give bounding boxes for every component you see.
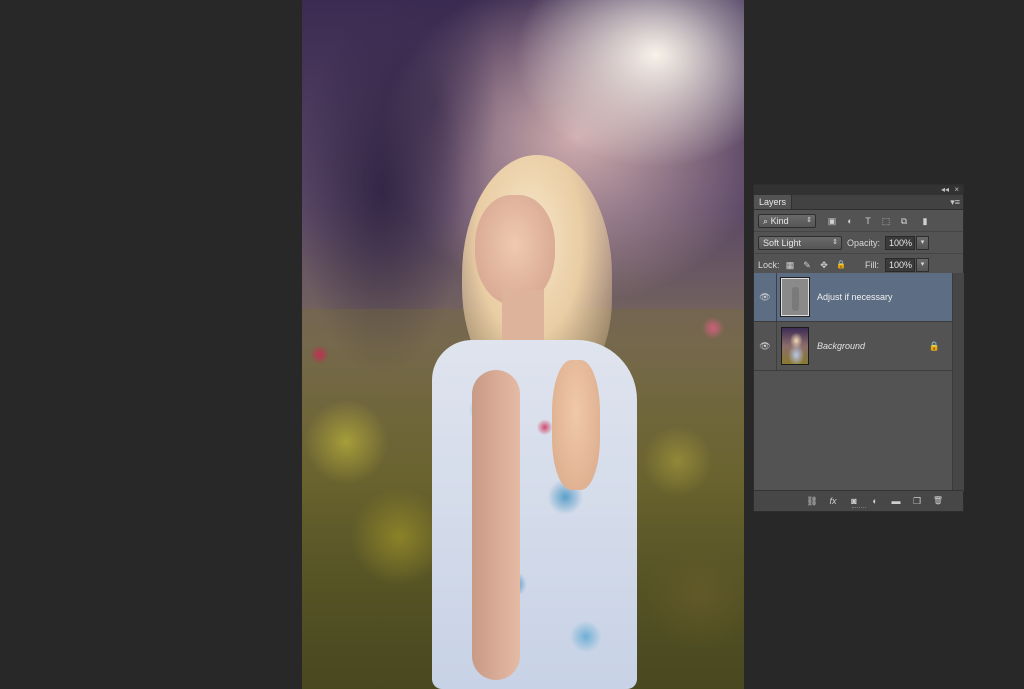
blend-mode-value: Soft Light xyxy=(763,238,802,248)
eye-icon[interactable]: 👁 xyxy=(758,340,772,352)
new-group-icon[interactable]: ▬ xyxy=(890,495,902,507)
layer-row-adjust[interactable]: 👁 Adjust if necessary xyxy=(754,273,952,322)
blend-mode-select[interactable]: Soft Light ⇕ xyxy=(758,236,842,250)
layer-name[interactable]: Adjust if necessary xyxy=(817,291,893,303)
search-icon: ⌕ xyxy=(763,216,769,226)
lock-position-icon[interactable]: ✥ xyxy=(818,259,830,271)
layers-scrollbar[interactable] xyxy=(952,273,964,491)
panel-resize-grip[interactable] xyxy=(852,507,866,510)
layers-list: 👁 Adjust if necessary 👁 Background 🔒 xyxy=(754,273,952,491)
adjustment-filter-icon[interactable]: ◐ xyxy=(844,215,856,227)
lock-all-icon[interactable]: 🔒 xyxy=(835,259,847,271)
chevron-updown-icon: ⇕ xyxy=(832,239,838,246)
opacity-label: Opacity: xyxy=(847,238,881,248)
lock-image-icon[interactable]: ✎ xyxy=(801,259,813,271)
image-filter-icon[interactable]: ▣ xyxy=(826,215,838,227)
collapse-panel-icon[interactable]: ◂◂ xyxy=(941,185,949,195)
layers-footer-toolbar: ⛓ fx ◙ ◐ ▬ ❐ 🗑 xyxy=(754,490,963,511)
panel-title-strip: ◂◂ × xyxy=(754,185,963,195)
opacity-dropdown-button[interactable]: ▾ xyxy=(916,236,929,250)
woman-face xyxy=(475,195,555,305)
document-canvas[interactable] xyxy=(302,0,744,689)
new-layer-icon[interactable]: ❐ xyxy=(911,495,923,507)
lock-transparent-icon[interactable]: ▦ xyxy=(784,259,796,271)
fill-label: Fill: xyxy=(865,260,879,270)
panel-tab-bar: Layers ▾≡ xyxy=(754,195,963,210)
woman-back xyxy=(552,360,600,490)
close-panel-icon[interactable]: × xyxy=(954,185,959,195)
chevron-updown-icon: ⇕ xyxy=(806,217,812,224)
panel-menu-icon[interactable]: ▾≡ xyxy=(950,196,960,208)
fx-icon[interactable]: fx xyxy=(827,495,839,507)
layer-row-background[interactable]: 👁 Background 🔒 xyxy=(754,322,952,371)
filter-toggle-icon[interactable]: ▮ xyxy=(919,215,931,227)
opacity-field[interactable]: 100% xyxy=(885,236,915,250)
thumbnail-figure xyxy=(792,287,799,311)
fill-dropdown-button[interactable]: ▾ xyxy=(916,258,929,272)
shape-filter-icon[interactable]: ⬚ xyxy=(880,215,892,227)
add-mask-icon[interactable]: ◙ xyxy=(848,495,860,507)
lock-label: Lock: xyxy=(758,260,780,270)
layer-name[interactable]: Background xyxy=(817,340,865,352)
visibility-column: 👁 xyxy=(754,273,777,321)
filter-kind-label: Kind xyxy=(770,216,789,226)
layer-thumbnail[interactable] xyxy=(781,278,809,316)
link-layers-icon[interactable]: ⛓ xyxy=(806,495,818,507)
lock-icon: 🔒 xyxy=(928,341,940,351)
woman-arm xyxy=(472,370,520,680)
filter-row: ⌕ Kind ⇕ ▣ ◐ T ⬚ ⧉ ▮ xyxy=(754,210,963,232)
eye-icon[interactable]: 👁 xyxy=(758,291,772,303)
blend-row: Soft Light ⇕ Opacity: 100% ▾ xyxy=(754,232,963,254)
floral-dress xyxy=(432,340,637,689)
smart-object-filter-icon[interactable]: ⧉ xyxy=(898,215,910,227)
tab-layers[interactable]: Layers xyxy=(754,195,793,209)
filter-kind-select[interactable]: ⌕ Kind ⇕ xyxy=(758,214,816,228)
type-filter-icon[interactable]: T xyxy=(862,215,874,227)
layers-panel: ◂◂ × Layers ▾≡ ⌕ Kind ⇕ ▣ ◐ T ⬚ ⧉ ▮ Soft… xyxy=(753,184,964,512)
visibility-column: 👁 xyxy=(754,322,777,370)
new-adjustment-icon[interactable]: ◐ xyxy=(869,495,881,507)
delete-layer-icon[interactable]: 🗑 xyxy=(932,495,944,507)
fill-field[interactable]: 100% xyxy=(885,258,915,272)
layer-thumbnail[interactable] xyxy=(781,327,809,365)
